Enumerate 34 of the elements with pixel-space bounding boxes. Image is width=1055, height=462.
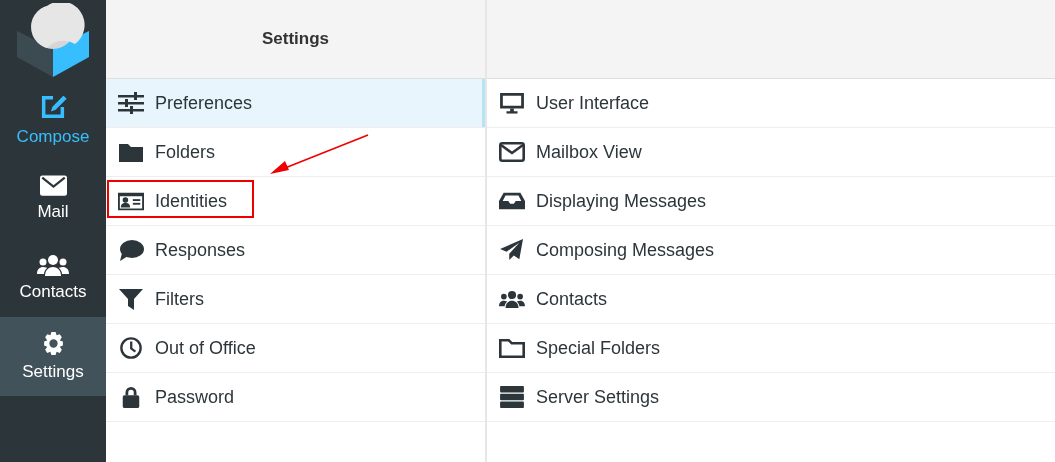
id-card-icon — [118, 190, 144, 212]
folder-icon — [499, 337, 525, 359]
section-item[interactable]: Identities — [106, 177, 485, 226]
preference-item[interactable]: Contacts — [487, 275, 1055, 324]
folder-icon — [118, 141, 144, 163]
server-icon — [499, 386, 525, 408]
section-item[interactable]: Out of Office — [106, 324, 485, 373]
section-item[interactable]: Responses — [106, 226, 485, 275]
logo-icon — [17, 3, 89, 77]
section-item[interactable]: Password — [106, 373, 485, 422]
section-item[interactable]: Filters — [106, 275, 485, 324]
preference-item[interactable]: User Interface — [487, 79, 1055, 128]
filter-icon — [118, 288, 144, 310]
panel-title: Settings — [261, 29, 330, 49]
section-item[interactable]: Preferences — [106, 79, 485, 128]
nav-item[interactable]: Contacts — [0, 238, 106, 317]
monitor-icon — [499, 92, 525, 114]
users-icon — [499, 288, 525, 310]
preference-item[interactable]: Composing Messages — [487, 226, 1055, 275]
preference-item[interactable]: Special Folders — [487, 324, 1055, 373]
users-icon — [37, 253, 69, 276]
nav-item[interactable]: Compose — [0, 80, 106, 159]
sliders-icon — [118, 92, 144, 114]
nav-item[interactable]: Settings — [0, 317, 106, 396]
envelope-icon — [39, 175, 67, 196]
preference-item[interactable]: Server Settings — [487, 373, 1055, 422]
preference-item[interactable]: Displaying Messages — [487, 177, 1055, 226]
speech-bubble-icon — [118, 239, 144, 261]
clock-icon — [118, 337, 144, 359]
preference-item[interactable]: Mailbox View — [487, 128, 1055, 177]
inbox-tray-icon — [499, 190, 525, 212]
nav-item[interactable]: Mail — [0, 159, 106, 238]
envelope-icon — [499, 141, 525, 163]
paper-plane-icon — [499, 239, 525, 261]
